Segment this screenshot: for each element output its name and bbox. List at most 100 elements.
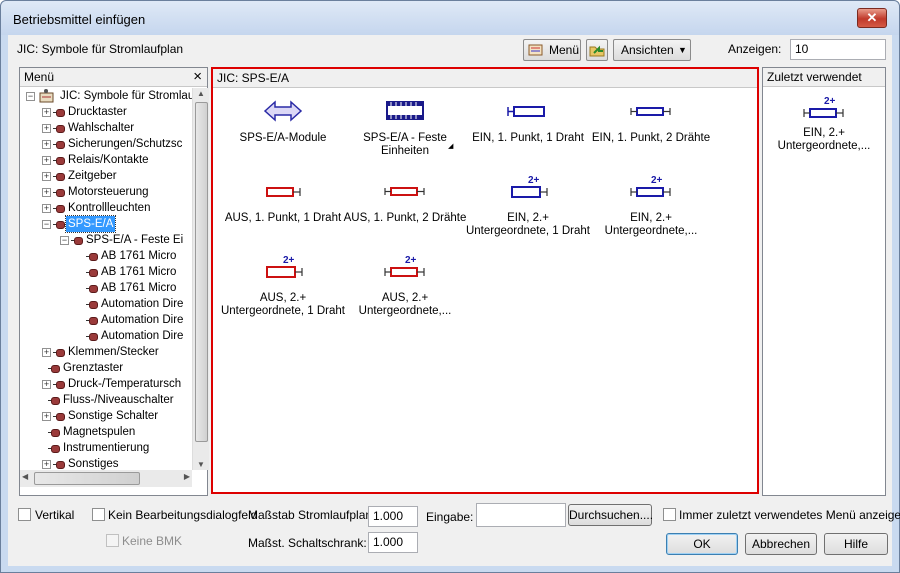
symbol-plc-modules[interactable]: SPS-E/A-Module bbox=[223, 99, 343, 145]
tree-horizontal-scrollbar[interactable]: ◀ ▶ bbox=[20, 470, 192, 487]
recent-symbol-item[interactable]: 2+ EIN, 2.+ Untergeordnete,... bbox=[763, 94, 885, 153]
close-icon[interactable]: × bbox=[193, 68, 202, 85]
ok-button[interactable]: OK bbox=[666, 533, 738, 555]
tree-item[interactable]: + Relais/Kontakte bbox=[20, 152, 192, 168]
tree-item-label: Sonstiges bbox=[68, 458, 119, 470]
browse-button[interactable]: Durchsuchen.... bbox=[568, 504, 653, 526]
show-count-input[interactable]: 10 bbox=[790, 39, 886, 60]
no-bmk-label: Keine BMK bbox=[122, 534, 183, 548]
cancel-button[interactable]: Abbrechen bbox=[745, 533, 817, 555]
always-recent-checkbox[interactable] bbox=[663, 508, 676, 521]
menu-button[interactable]: Menü bbox=[523, 39, 581, 61]
expand-icon[interactable]: + bbox=[42, 188, 51, 197]
symbol-output-child-2wire[interactable]: 2+ AUS, 2.+ Untergeordnete,... bbox=[343, 253, 467, 318]
symbol-output-child-1wire[interactable]: 2+ AUS, 2.+ Untergeordnete, 1 Draht bbox=[217, 253, 349, 318]
badge-2plus: 2+ bbox=[528, 175, 540, 186]
vertical-checkbox[interactable] bbox=[18, 508, 31, 521]
relay-node-icon bbox=[48, 445, 60, 453]
menu-icon bbox=[528, 44, 543, 56]
scroll-left-icon[interactable]: ◀ bbox=[22, 472, 28, 481]
tree-vertical-scrollbar[interactable]: ▲ ▼ bbox=[192, 88, 209, 470]
expand-icon[interactable]: + bbox=[42, 348, 51, 357]
tree-item[interactable]: AB 1761 Micro bbox=[20, 248, 192, 264]
tree-item-label: JIC: Symbole für Stromlaufp bbox=[60, 90, 192, 102]
symbol-input-child-2wire[interactable]: 2+ EIN, 2.+ Untergeordnete,... bbox=[593, 173, 709, 238]
tree-item[interactable]: Automation Dire bbox=[20, 328, 192, 344]
collapse-icon[interactable]: − bbox=[26, 92, 35, 101]
expand-icon[interactable]: + bbox=[42, 460, 51, 469]
expand-icon[interactable]: + bbox=[42, 124, 51, 133]
tree-item[interactable]: + Sonstiges bbox=[20, 456, 192, 470]
tree-item[interactable]: + Sicherungen/Schutzsc bbox=[20, 136, 192, 152]
expand-icon[interactable]: + bbox=[42, 380, 51, 389]
scale-schematic-input[interactable]: 1.000 bbox=[368, 506, 418, 527]
tree-item[interactable]: + Klemmen/Stecker bbox=[20, 344, 192, 360]
tree-item[interactable]: + Wahlschalter bbox=[20, 120, 192, 136]
scroll-down-icon[interactable]: ▼ bbox=[197, 460, 205, 469]
expand-icon[interactable]: + bbox=[42, 172, 51, 181]
collapse-icon[interactable]: − bbox=[60, 236, 69, 245]
symbols-panel-title: JIC: SPS-E/A bbox=[217, 71, 290, 85]
svg-text:2+: 2+ bbox=[283, 255, 295, 266]
tree-item[interactable]: + Sonstige Schalter bbox=[20, 408, 192, 424]
svg-text:2+: 2+ bbox=[824, 96, 836, 107]
recent-panel-title: Zuletzt verwendet bbox=[767, 70, 862, 84]
tree-item[interactable]: Automation Dire bbox=[20, 296, 192, 312]
tree-item[interactable]: Automation Dire bbox=[20, 312, 192, 328]
tree-hscroll-thumb[interactable] bbox=[34, 472, 140, 485]
views-dropdown[interactable]: Ansichten ▼ bbox=[613, 39, 691, 61]
symbol-input-child-1wire[interactable]: 2+ EIN, 2.+ Untergeordnete, 1 Draht bbox=[459, 173, 597, 238]
expand-icon[interactable]: + bbox=[42, 412, 51, 421]
close-button[interactable]: ✕ bbox=[857, 8, 887, 28]
tree-item[interactable]: + Kontrollleuchten bbox=[20, 200, 192, 216]
relay-node-icon bbox=[53, 189, 65, 197]
symbol-input-2wire[interactable]: EIN, 1. Punkt, 2 Drähte bbox=[587, 99, 715, 145]
tree-item-label: Automation Dire bbox=[101, 298, 184, 310]
symbol-input-1wire[interactable]: EIN, 1. Punkt, 1 Draht bbox=[465, 99, 591, 145]
relay-node-icon bbox=[86, 253, 98, 261]
tree-scroll-thumb[interactable] bbox=[195, 102, 208, 442]
tree-item-label: Motorsteuerung bbox=[68, 186, 149, 198]
tree-item[interactable]: − SPS-E/A - Feste Ei bbox=[20, 232, 192, 248]
tree-item[interactable]: + Motorsteuerung bbox=[20, 184, 192, 200]
no-dialog-label: Kein Bearbeitungsdialogfeld bbox=[108, 508, 258, 522]
tree-item-label: Zeitgeber bbox=[68, 170, 117, 182]
relay-node-icon bbox=[53, 173, 65, 181]
svg-text:2+: 2+ bbox=[651, 175, 663, 186]
tree-item[interactable]: + Zeitgeber bbox=[20, 168, 192, 184]
tree-item[interactable]: + Druck-/Temperatursch bbox=[20, 376, 192, 392]
scroll-right-icon[interactable]: ▶ bbox=[184, 472, 190, 481]
tree-item[interactable]: Grenztaster bbox=[20, 360, 192, 376]
tree-item-label: Kontrollleuchten bbox=[68, 202, 151, 214]
relay-node-icon bbox=[86, 301, 98, 309]
browse-library-button[interactable] bbox=[586, 39, 608, 61]
symbol-output-1wire[interactable]: AUS, 1. Punkt, 1 Draht bbox=[217, 179, 349, 225]
tree-item[interactable]: AB 1761 Micro bbox=[20, 280, 192, 296]
tree-item[interactable]: AB 1761 Micro bbox=[20, 264, 192, 280]
tree-item[interactable]: − JIC: Symbole für Stromlaufp bbox=[20, 88, 192, 104]
symbol-output-2wire[interactable]: AUS, 1. Punkt, 2 Drähte bbox=[339, 179, 471, 225]
symbol-plc-fixed-units[interactable]: SPS-E/A - Feste Einheiten ◢ bbox=[345, 99, 465, 158]
symbol-name-input[interactable] bbox=[476, 503, 566, 527]
tree-item[interactable]: − SPS-E/A bbox=[20, 215, 192, 233]
no-dialog-checkbox[interactable] bbox=[92, 508, 105, 521]
relay-node-icon bbox=[53, 221, 65, 229]
tree-item[interactable]: Instrumentierung bbox=[20, 440, 192, 456]
expand-icon[interactable]: + bbox=[42, 140, 51, 149]
folder-arrow-icon bbox=[589, 45, 605, 57]
expand-icon[interactable]: + bbox=[42, 204, 51, 213]
tree-item[interactable]: + Drucktaster bbox=[20, 104, 192, 120]
scale-schematic-label: Maßstab Stromlaufplan: bbox=[248, 508, 376, 522]
tree-item-label: Wahlschalter bbox=[68, 122, 135, 134]
expand-icon[interactable]: + bbox=[42, 156, 51, 165]
no-bmk-checkbox[interactable] bbox=[106, 534, 119, 547]
tree-item[interactable]: Fluss-/Niveauschalter bbox=[20, 392, 192, 408]
recent-panel: Zuletzt verwendet 2+ EIN, 2.+ Untergeord… bbox=[762, 67, 886, 496]
tree-item[interactable]: Magnetspulen bbox=[20, 424, 192, 440]
expand-icon[interactable]: + bbox=[42, 108, 51, 117]
scale-panel-input[interactable]: 1.000 bbox=[368, 532, 418, 553]
collapse-icon[interactable]: − bbox=[42, 220, 51, 229]
help-button[interactable]: Hilfe bbox=[824, 533, 888, 555]
scroll-up-icon[interactable]: ▲ bbox=[197, 89, 205, 98]
relay-node-icon bbox=[48, 397, 60, 405]
